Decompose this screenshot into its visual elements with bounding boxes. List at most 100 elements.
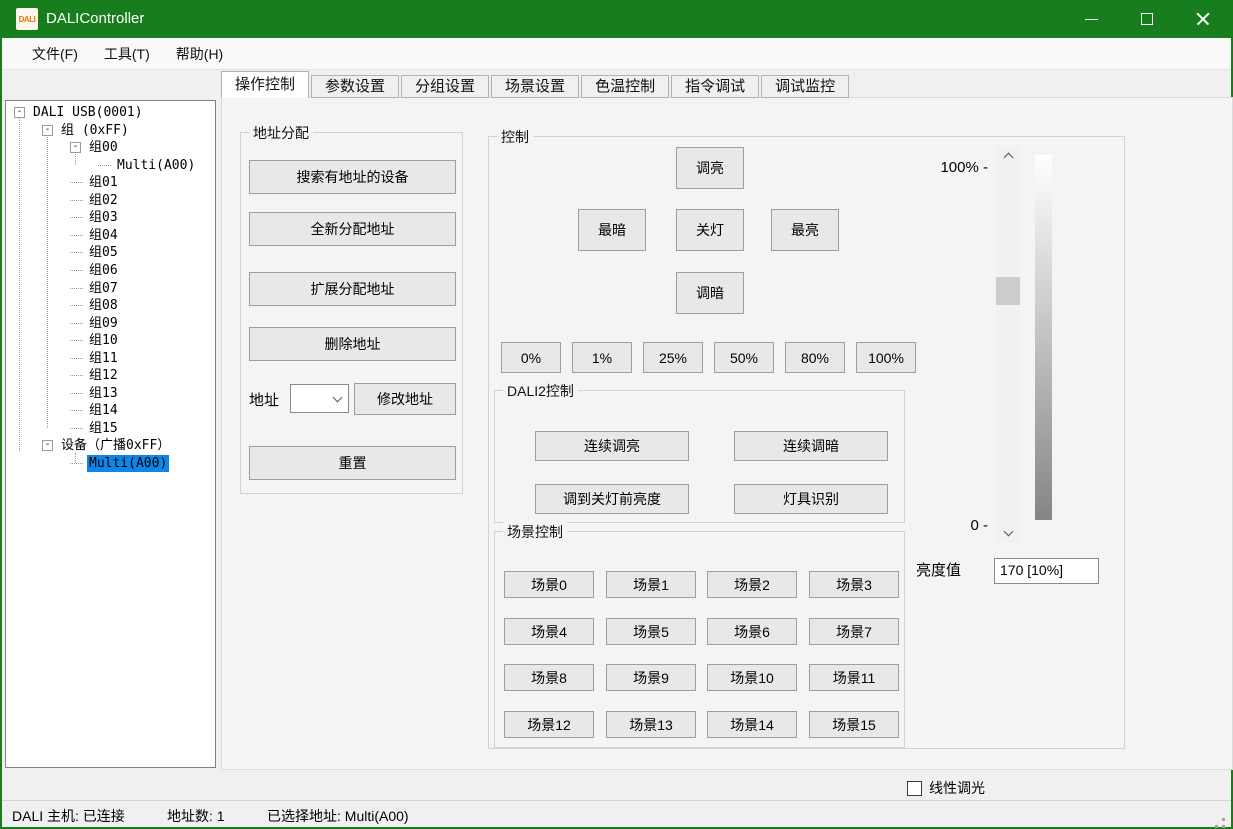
collapse-expander-icon[interactable]: -	[42, 125, 53, 136]
tree-item-group-05[interactable]: 组05	[6, 244, 215, 261]
tree-item-multi-a00-group00[interactable]: Multi(A00)	[6, 157, 215, 174]
scene-button-8[interactable]: 场景8	[504, 664, 594, 691]
scene-button-2[interactable]: 场景2	[707, 571, 797, 598]
tree-item-group-01[interactable]: 组01	[6, 174, 215, 191]
maximize-button[interactable]	[1119, 0, 1175, 38]
tree-item-group-14[interactable]: 组14	[6, 402, 215, 419]
control-group-title: 控制	[497, 127, 533, 147]
tree-item-group-04[interactable]: 组04	[6, 227, 215, 244]
tab-command-debug[interactable]: 指令调试	[671, 75, 759, 98]
tree-item-group-12[interactable]: 组12	[6, 367, 215, 384]
tree-item-label: 组07	[87, 280, 120, 297]
percent-button-50[interactable]: 50%	[714, 342, 774, 373]
tree-item-group-00[interactable]: -组00	[6, 139, 215, 156]
tree-item-label: 组00	[87, 139, 120, 156]
collapse-expander-icon[interactable]: -	[70, 142, 81, 153]
dim-up-button[interactable]: 调亮	[676, 147, 744, 189]
delete-address-button[interactable]: 删除地址	[249, 327, 456, 361]
percent-button-0[interactable]: 0%	[501, 342, 561, 373]
tree-item-label: Multi(A00)	[87, 455, 169, 472]
search-addressed-devices-button[interactable]: 搜索有地址的设备	[249, 160, 456, 194]
tab-operation-control[interactable]: 操作控制	[221, 71, 309, 98]
percent-button-1[interactable]: 1%	[572, 342, 632, 373]
tree-item-group-13[interactable]: 组13	[6, 385, 215, 402]
scene-button-9[interactable]: 场景9	[606, 664, 696, 691]
scene-button-12[interactable]: 场景12	[504, 711, 594, 738]
scene-button-13[interactable]: 场景13	[606, 711, 696, 738]
continuous-dim-up-button[interactable]: 连续调亮	[535, 431, 689, 461]
tree-item-device-broadcast-0xff[interactable]: -设备（广播0xFF）	[6, 437, 215, 454]
tree-item-group-03[interactable]: 组03	[6, 209, 215, 226]
linear-dimming-checkbox[interactable]	[907, 781, 922, 796]
tree-item-label: 组09	[87, 315, 120, 332]
luminaire-identify-button[interactable]: 灯具识别	[734, 484, 888, 514]
brightness-value-field[interactable]: 170 [10%]	[994, 558, 1099, 584]
dim-down-button[interactable]: 调暗	[676, 272, 744, 314]
scene-button-3[interactable]: 场景3	[809, 571, 899, 598]
brightness-scrollbar[interactable]	[996, 147, 1020, 542]
reset-button[interactable]: 重置	[249, 446, 456, 480]
tree-connector	[70, 235, 83, 236]
tree-item-group-11[interactable]: 组11	[6, 350, 215, 367]
address-combobox[interactable]	[290, 384, 349, 413]
continuous-dim-down-button[interactable]: 连续调暗	[734, 431, 888, 461]
tree-item-multi-a00-device[interactable]: Multi(A00)	[6, 455, 215, 472]
scene-button-0[interactable]: 场景0	[504, 571, 594, 598]
scene-control-group: 场景控制 场景0场景1场景2场景3场景4场景5场景6场景7场景8场景9场景10场…	[494, 531, 905, 748]
lamp-off-button[interactable]: 关灯	[676, 209, 744, 251]
close-icon	[1196, 12, 1210, 26]
tree-item-group-0xff[interactable]: -组 (0xFF)	[6, 122, 215, 139]
scene-button-6[interactable]: 场景6	[707, 618, 797, 645]
collapse-expander-icon[interactable]: -	[14, 107, 25, 118]
tree-item-label: 组14	[87, 402, 120, 419]
scene-button-14[interactable]: 场景14	[707, 711, 797, 738]
menu-item-tools[interactable]: 工具(T)	[92, 38, 162, 70]
scene-button-15[interactable]: 场景15	[809, 711, 899, 738]
tree-item-group-06[interactable]: 组06	[6, 262, 215, 279]
menu-item-file[interactable]: 文件(F)	[20, 38, 90, 70]
tree-connector	[70, 270, 83, 271]
extend-assign-addresses-button[interactable]: 扩展分配地址	[249, 272, 456, 306]
percent-button-25[interactable]: 25%	[643, 342, 703, 373]
tab-debug-monitor[interactable]: 调试监控	[761, 75, 849, 98]
tree-item-group-08[interactable]: 组08	[6, 297, 215, 314]
scroll-up-button[interactable]	[996, 147, 1020, 165]
tree-connector	[70, 375, 83, 376]
scene-button-5[interactable]: 场景5	[606, 618, 696, 645]
tree-item-label: 组10	[87, 332, 120, 349]
max-brightness-button[interactable]: 最亮	[771, 209, 839, 251]
goto-last-level-button[interactable]: 调到关灯前亮度	[535, 484, 689, 514]
tree-item-group-09[interactable]: 组09	[6, 315, 215, 332]
resize-grip-icon[interactable]	[1222, 818, 1225, 821]
tree-item-group-15[interactable]: 组15	[6, 420, 215, 437]
scene-button-10[interactable]: 场景10	[707, 664, 797, 691]
status-address-count: 地址数: 1	[167, 806, 225, 826]
tab-color-temp-control[interactable]: 色温控制	[581, 75, 669, 98]
tree-item-group-10[interactable]: 组10	[6, 332, 215, 349]
min-brightness-button[interactable]: 最暗	[578, 209, 646, 251]
collapse-expander-icon[interactable]: -	[42, 440, 53, 451]
assign-new-addresses-button[interactable]: 全新分配地址	[249, 212, 456, 246]
scene-button-4[interactable]: 场景4	[504, 618, 594, 645]
scrollbar-thumb[interactable]	[996, 277, 1020, 305]
menu-item-help[interactable]: 帮助(H)	[164, 38, 235, 70]
percent-button-80[interactable]: 80%	[785, 342, 845, 373]
modify-address-button[interactable]: 修改地址	[354, 383, 456, 415]
tree-item-group-07[interactable]: 组07	[6, 280, 215, 297]
tab-grouping-settings[interactable]: 分组设置	[401, 75, 489, 98]
tree-item-group-02[interactable]: 组02	[6, 192, 215, 209]
scene-button-11[interactable]: 场景11	[809, 664, 899, 691]
scene-button-1[interactable]: 场景1	[606, 571, 696, 598]
tree-connector	[98, 165, 111, 166]
minimize-button[interactable]	[1063, 0, 1119, 38]
tab-parameter-settings[interactable]: 参数设置	[311, 75, 399, 98]
tree-item-dali-usb-0001[interactable]: -DALI USB(0001)	[6, 104, 215, 121]
percent-button-100[interactable]: 100%	[856, 342, 916, 373]
close-button[interactable]	[1175, 0, 1231, 38]
scene-button-7[interactable]: 场景7	[809, 618, 899, 645]
tab-scene-settings[interactable]: 场景设置	[491, 75, 579, 98]
device-tree[interactable]: -DALI USB(0001)-组 (0xFF)-组00Multi(A00)组0…	[5, 100, 216, 768]
chevron-down-icon	[1003, 527, 1013, 537]
minimize-icon	[1085, 19, 1098, 20]
scroll-down-button[interactable]	[996, 524, 1020, 542]
